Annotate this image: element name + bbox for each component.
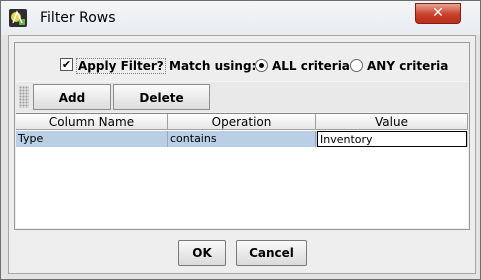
- any-criteria-radio[interactable]: [350, 59, 363, 72]
- any-criteria-label[interactable]: ANY criteria: [367, 59, 448, 73]
- criteria-table[interactable]: Column Name Operation Value Type contain…: [16, 113, 468, 228]
- column-name-header[interactable]: Column Name: [16, 114, 168, 130]
- filter-rows-dialog: Filter Rows ✕ ✔ Apply Filter? Match usin…: [0, 0, 481, 280]
- toolbar-grip-icon[interactable]: [19, 86, 29, 108]
- checkmark-icon: ✔: [61, 58, 72, 71]
- criteria-toolbar: Add Criteria Delete Criteria: [16, 81, 468, 131]
- value-header[interactable]: Value: [316, 114, 468, 130]
- all-criteria-label[interactable]: ALL criteria: [272, 59, 350, 73]
- operation-header[interactable]: Operation: [168, 114, 316, 130]
- cancel-button[interactable]: Cancel: [236, 240, 307, 266]
- match-using-label: Match using:: [169, 59, 257, 73]
- title-bar[interactable]: Filter Rows ✕: [1, 1, 480, 35]
- operation-cell[interactable]: contains: [168, 131, 316, 147]
- all-criteria-radio[interactable]: [255, 59, 268, 72]
- apply-filter-checkbox[interactable]: ✔: [60, 58, 73, 71]
- apply-filter-label[interactable]: Apply Filter?: [76, 58, 166, 74]
- dialog-body: ✔ Apply Filter? Match using: ALL criteri…: [8, 35, 476, 274]
- sql-app-icon: [9, 9, 27, 27]
- delete-criteria-button[interactable]: Delete Criteria: [113, 84, 210, 131]
- table-row[interactable]: Type contains Inventory: [16, 131, 468, 147]
- column-name-cell[interactable]: Type: [16, 131, 168, 147]
- close-button[interactable]: ✕: [415, 3, 461, 24]
- add-criteria-button[interactable]: Add Criteria: [33, 84, 111, 131]
- criteria-panel: ✔ Apply Filter? Match using: ALL criteri…: [14, 42, 470, 230]
- close-icon: ✕: [432, 5, 444, 21]
- ok-button[interactable]: OK: [178, 240, 226, 266]
- value-cell-editor[interactable]: Inventory: [317, 131, 467, 147]
- window-title: Filter Rows: [40, 10, 116, 26]
